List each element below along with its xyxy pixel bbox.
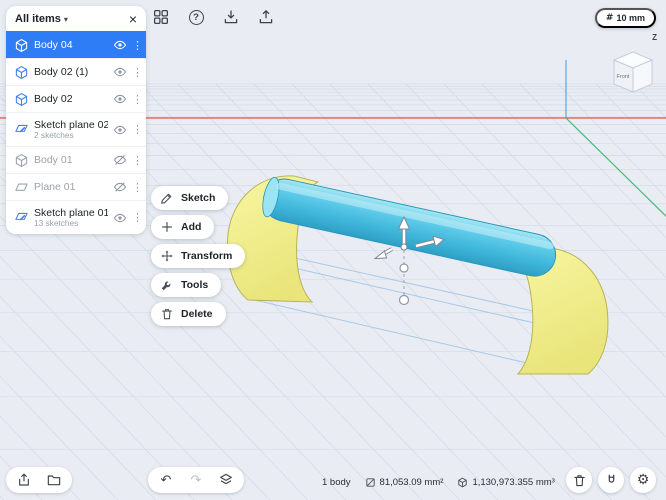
surface-area-stat: 81,053.09 mm² [365, 477, 444, 488]
menu-item-label: Add [181, 221, 202, 233]
eye-icon[interactable] [113, 65, 127, 79]
eye-icon[interactable] [113, 211, 127, 225]
row-options-icon[interactable]: ⋮ [132, 154, 143, 167]
row-options-icon[interactable]: ⋮ [132, 66, 143, 79]
pencil-icon [160, 191, 174, 205]
body-icon [14, 65, 29, 80]
row-options-icon[interactable]: ⋮ [132, 181, 143, 194]
menu-item-label: Tools [181, 279, 209, 291]
plane-icon [14, 180, 29, 195]
menu-item-add[interactable]: Add [151, 215, 215, 239]
trash-icon [160, 307, 174, 321]
volume-stat: 1,130,973.355 mm³ [457, 477, 555, 488]
surface-area-value: 81,053.09 mm² [379, 477, 444, 488]
row-options-icon[interactable]: ⋮ [132, 93, 143, 106]
list-item-body-01[interactable]: Body 01 ⋮ [6, 146, 146, 173]
eye-icon[interactable] [113, 38, 127, 52]
view-cube-front-label: Front [617, 74, 630, 80]
model-stats: 1 body 81,053.09 mm² 1,130,973.355 mm³ [322, 477, 555, 488]
settings-button[interactable]: ⚙ [630, 467, 656, 493]
history-bar: ↶ ↷ [148, 467, 244, 493]
app-window: All items ▾ × Body 04 ⋮ Body 02 (1) ⋮ Bo… [0, 0, 666, 500]
grid-size-value: 10 mm [616, 13, 645, 23]
axis-z-label: Z [652, 33, 657, 42]
menu-item-label: Transform [181, 250, 233, 262]
eye-icon[interactable] [113, 92, 127, 106]
list-item-sketch-plane-02[interactable]: Sketch plane 02 2 sketches ⋮ [6, 112, 146, 146]
trash-icon [573, 474, 585, 486]
gizmo-handle-ring-bottom[interactable] [398, 294, 410, 306]
export-icon[interactable] [256, 7, 276, 27]
eye-icon[interactable] [113, 123, 127, 137]
apps-grid-icon[interactable] [151, 7, 171, 27]
undo-icon[interactable]: ↶ [155, 469, 177, 491]
item-label: Body 04 [34, 38, 73, 51]
item-label: Sketch plane 02 [34, 118, 108, 131]
gizmo-handle-ring[interactable] [399, 263, 409, 273]
close-icon[interactable]: × [129, 12, 137, 26]
item-label: Plane 01 [34, 180, 76, 193]
layers-icon[interactable] [215, 469, 237, 491]
selection-count: 1 body [322, 477, 351, 488]
list-item-body-02-1[interactable]: Body 02 (1) ⋮ [6, 58, 146, 85]
eye-off-icon[interactable] [113, 153, 127, 167]
top-toolbar: ? [151, 7, 276, 27]
wrench-icon [160, 278, 174, 292]
grid-size-badge[interactable]: # 10 mm [594, 8, 656, 28]
gizmo-arrow-left[interactable] [373, 250, 388, 260]
menu-item-delete[interactable]: Delete [151, 302, 226, 326]
list-item-plane-01[interactable]: Plane 01 ⋮ [6, 173, 146, 200]
area-icon [365, 478, 375, 487]
share-icon[interactable] [13, 469, 35, 491]
body-icon [14, 153, 29, 168]
menu-item-transform[interactable]: Transform [151, 244, 246, 268]
eye-off-icon[interactable] [113, 180, 127, 194]
body-icon [14, 92, 29, 107]
sketch-plane-icon [14, 122, 29, 137]
folder-icon[interactable] [43, 469, 65, 491]
gizmo-center[interactable] [400, 243, 408, 251]
menu-item-label: Delete [181, 308, 213, 320]
volume-value: 1,130,973.355 mm³ [472, 477, 555, 488]
list-item-sketch-plane-01[interactable]: Sketch plane 01 13 sketches ⋮ [6, 200, 146, 234]
item-label: Body 02 (1) [34, 65, 89, 78]
menu-item-tools[interactable]: Tools [151, 273, 222, 297]
gear-icon: ⚙ [636, 472, 650, 488]
snap-button[interactable] [598, 467, 624, 493]
row-options-icon[interactable]: ⋮ [132, 211, 143, 224]
help-icon[interactable]: ? [186, 7, 206, 27]
grid-symbol: # [605, 13, 614, 23]
item-label: Body 02 [34, 92, 73, 105]
redo-icon[interactable]: ↷ [185, 469, 207, 491]
item-sublabel: 2 sketches [34, 129, 74, 140]
item-sublabel: 13 sketches [34, 217, 79, 228]
items-panel: All items ▾ × Body 04 ⋮ Body 02 (1) ⋮ Bo… [6, 6, 146, 234]
list-item-body-02[interactable]: Body 02 ⋮ [6, 85, 146, 112]
context-menu: Sketch Add Transform Tools Delete [151, 186, 246, 326]
magnet-icon [608, 474, 614, 483]
volume-icon [458, 477, 468, 488]
items-panel-header: All items ▾ × [6, 6, 146, 31]
menu-item-label: Sketch [181, 192, 216, 204]
sketch-plane-icon [14, 210, 29, 225]
item-label: Sketch plane 01 [34, 206, 108, 219]
item-label: Body 01 [34, 153, 73, 166]
view-cube[interactable]: Front [606, 46, 660, 100]
import-icon[interactable] [221, 7, 241, 27]
row-options-icon[interactable]: ⋮ [132, 39, 143, 52]
chevron-down-icon[interactable]: ▾ [64, 15, 68, 24]
move-arrows-icon [160, 249, 174, 263]
row-options-icon[interactable]: ⋮ [132, 123, 143, 136]
panel-title: All items [15, 13, 61, 25]
help-glyph: ? [193, 11, 199, 23]
menu-item-sketch[interactable]: Sketch [151, 186, 229, 210]
selection-count-value: 1 body [322, 477, 351, 488]
trash-button[interactable] [566, 467, 592, 493]
body-cylinder-selected[interactable] [260, 175, 560, 280]
body-icon [14, 38, 29, 53]
list-item-body-04[interactable]: Body 04 ⋮ [6, 31, 146, 58]
file-actions-bar [6, 467, 72, 493]
plus-icon [160, 220, 174, 234]
